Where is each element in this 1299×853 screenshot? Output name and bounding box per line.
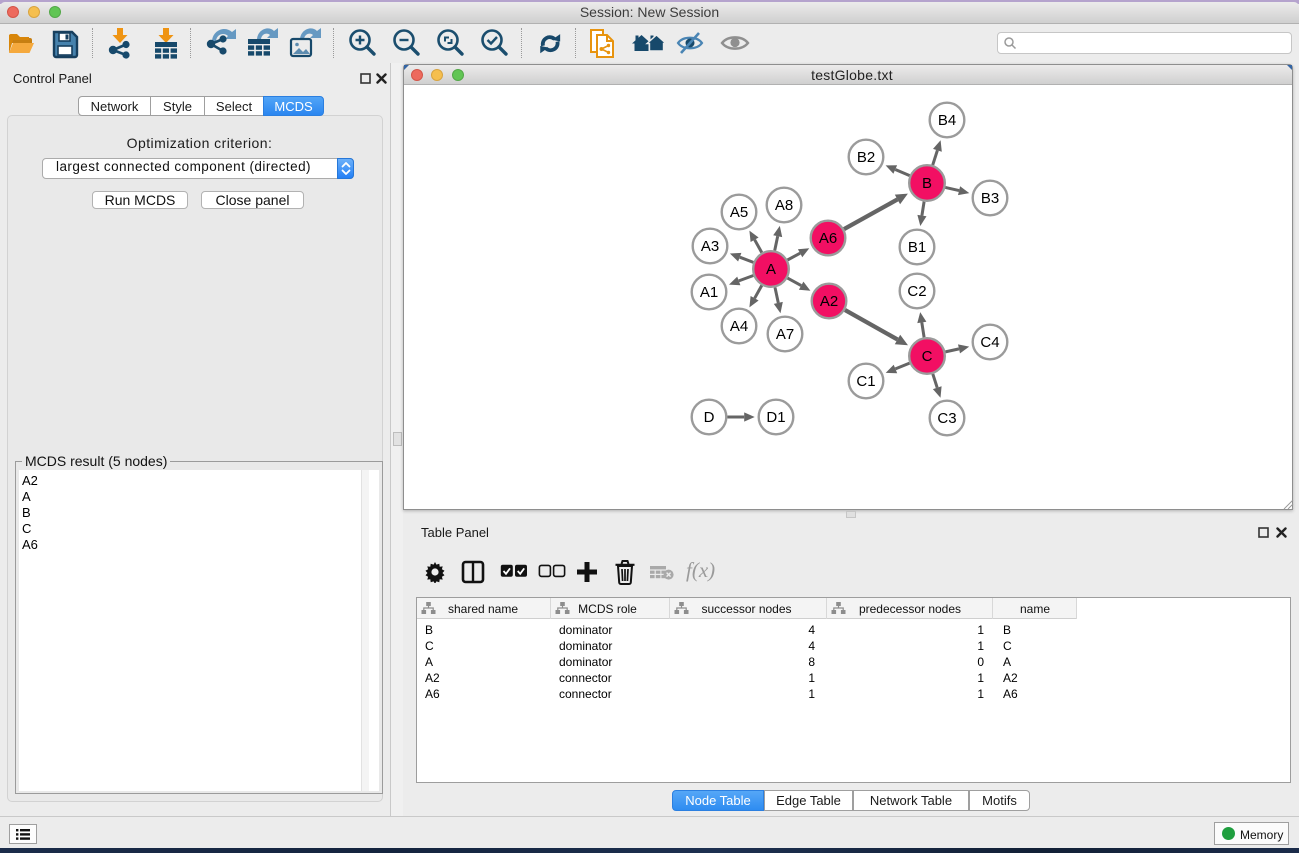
svg-text:C2: C2 bbox=[907, 283, 926, 300]
svg-text:C4: C4 bbox=[980, 334, 999, 351]
svg-text:A3: A3 bbox=[701, 238, 719, 255]
svg-text:A8: A8 bbox=[775, 197, 793, 214]
svg-text:A5: A5 bbox=[730, 204, 748, 221]
svg-text:B: B bbox=[922, 175, 932, 192]
svg-text:C1: C1 bbox=[856, 373, 875, 390]
svg-text:C3: C3 bbox=[937, 410, 956, 427]
svg-text:B4: B4 bbox=[938, 112, 956, 129]
svg-text:A2: A2 bbox=[820, 293, 838, 310]
svg-text:D1: D1 bbox=[766, 409, 785, 426]
svg-text:A6: A6 bbox=[819, 230, 837, 247]
svg-text:A: A bbox=[766, 261, 776, 278]
svg-text:B2: B2 bbox=[857, 149, 875, 166]
svg-text:D: D bbox=[704, 409, 715, 426]
svg-text:B1: B1 bbox=[908, 239, 926, 256]
svg-text:B3: B3 bbox=[981, 190, 999, 207]
svg-text:A4: A4 bbox=[730, 318, 748, 335]
svg-text:C: C bbox=[922, 348, 933, 365]
svg-text:A7: A7 bbox=[776, 326, 794, 343]
svg-text:A1: A1 bbox=[700, 284, 718, 301]
